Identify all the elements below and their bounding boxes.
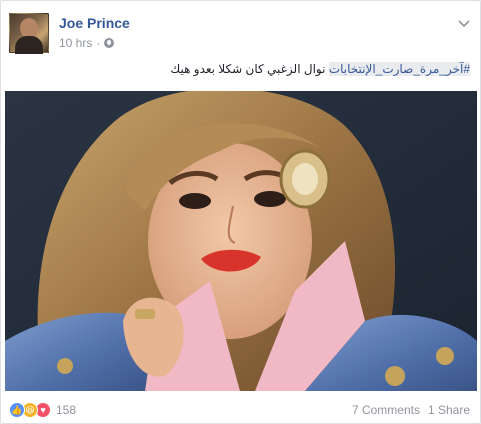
reaction-count: 158: [56, 403, 77, 417]
post-meta: 10 hrs ·: [59, 36, 115, 50]
meta-separator: ·: [96, 36, 101, 50]
globe-icon[interactable]: [104, 38, 115, 48]
post-header: Joe Prince 10 hrs ·: [9, 9, 472, 55]
post-photo[interactable]: [5, 91, 477, 391]
avatar-body: [15, 36, 43, 54]
post-footer: 👍 😆 ♥ 158 7 Comments 1 Share: [9, 399, 470, 421]
reactions-summary[interactable]: 👍 😆 ♥ 158: [9, 402, 76, 418]
like-icon: 👍: [9, 402, 25, 418]
post-stats: 7 Comments 1 Share: [352, 403, 470, 417]
post-card: Joe Prince 10 hrs · #آخر_مرة_صارت_الإنتخ…: [0, 0, 481, 424]
author-avatar[interactable]: [9, 13, 49, 54]
post-body: نوال الزغبي كان شكلا بعدو هيك: [170, 62, 329, 76]
post-timestamp[interactable]: 10 hrs: [59, 36, 92, 50]
post-text: #آخر_مرة_صارت_الإنتخابات نوال الزغبي كان…: [30, 61, 470, 77]
chevron-down-icon[interactable]: [456, 15, 472, 31]
portrait-photo: [5, 91, 477, 391]
comments-link[interactable]: 7 Comments: [352, 403, 420, 417]
shares-link[interactable]: 1 Share: [428, 403, 470, 417]
post-hashtag[interactable]: #آخر_مرة_صارت_الإنتخابات: [328, 62, 470, 76]
author-name[interactable]: Joe Prince: [59, 15, 130, 31]
avatar-head: [20, 18, 38, 38]
